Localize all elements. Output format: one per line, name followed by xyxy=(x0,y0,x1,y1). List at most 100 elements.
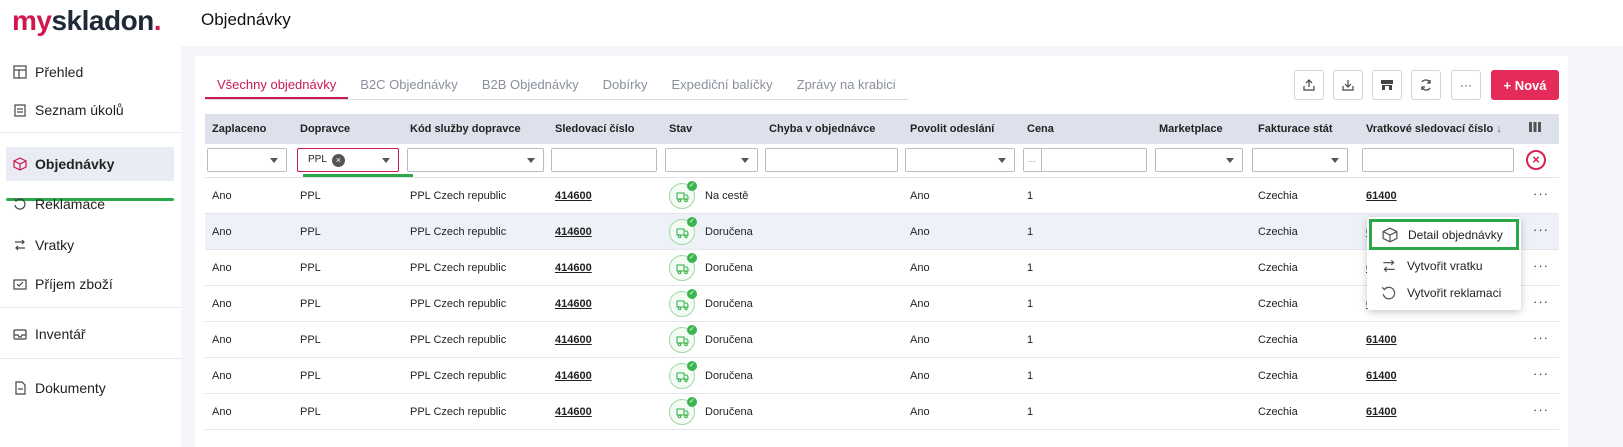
row-menu-button[interactable]: ··· xyxy=(1533,286,1549,322)
filter-chyba[interactable] xyxy=(765,148,898,172)
row-menu-button[interactable]: ··· xyxy=(1533,394,1549,430)
cell-tracking[interactable]: 414600 xyxy=(555,394,592,430)
cell-paid: Ano xyxy=(212,298,232,310)
return-circle-icon xyxy=(13,197,27,211)
col-marketplace[interactable]: Marketplace xyxy=(1159,114,1223,144)
table-row[interactable]: Ano PPL PPL Czech republic 414600 Doručena An… xyxy=(205,214,1559,250)
cell-price: 1 xyxy=(1027,226,1034,238)
sidebar-item-seznam-ukolu[interactable]: Seznam úkolů xyxy=(6,93,174,127)
upload-icon xyxy=(1303,79,1315,91)
cell-country: Czechia xyxy=(1258,406,1298,418)
return-circle-icon xyxy=(1381,285,1397,301)
columns-icon[interactable] xyxy=(1529,114,1541,144)
app-logo[interactable]: myskladon. xyxy=(12,5,162,37)
refresh-button[interactable] xyxy=(1411,70,1441,100)
store-button[interactable] xyxy=(1372,70,1402,100)
sidebar-item-vratky[interactable]: Vratky xyxy=(6,228,174,262)
row-menu-button[interactable]: ··· xyxy=(1533,250,1549,286)
sidebar-item-prehled[interactable]: Přehled xyxy=(6,55,174,89)
col-kod-sluzby[interactable]: Kód služby dopravce xyxy=(410,114,521,144)
sidebar-item-objednavky[interactable]: Objednávky xyxy=(6,147,174,181)
new-order-button[interactable]: + Nová xyxy=(1491,70,1559,100)
col-chyba[interactable]: Chyba v objednávce xyxy=(769,114,875,144)
col-zaplaceno[interactable]: Zaplaceno xyxy=(212,114,266,144)
import-button[interactable] xyxy=(1333,70,1363,100)
menu-vytvorit-reklamaci[interactable]: Vytvořit reklamaci xyxy=(1367,279,1521,306)
tab-vsechny[interactable]: Všechny objednávky xyxy=(205,72,349,99)
filter-povolit[interactable] xyxy=(905,148,1015,172)
col-stav[interactable]: Stav xyxy=(669,114,692,144)
sidebar-item-dokumenty[interactable]: Dokumenty xyxy=(6,371,174,405)
filter-dopravce[interactable]: PPL × xyxy=(297,148,399,172)
cell-return-tracking[interactable]: 61400 xyxy=(1366,394,1397,430)
cell-tracking[interactable]: 414600 xyxy=(555,214,592,250)
tab-b2c[interactable]: B2C Objednávky xyxy=(348,72,470,99)
filter-kod-sluzby[interactable] xyxy=(407,148,544,172)
sidebar-item-reklamace[interactable]: Reklamace xyxy=(6,187,174,221)
tab-b2b[interactable]: B2B Objednávky xyxy=(470,72,591,99)
filter-stav[interactable] xyxy=(665,148,758,172)
table-row[interactable]: Ano PPL PPL Czech republic 414600 Doručena An… xyxy=(205,286,1559,322)
cell-carrier: PPL xyxy=(300,298,321,310)
clear-filters-icon[interactable]: × xyxy=(1526,150,1546,170)
filter-sledovaci[interactable] xyxy=(551,148,657,172)
cell-price: 1 xyxy=(1027,370,1034,382)
sidebar-item-label: Dokumenty xyxy=(35,380,106,396)
cell-tracking[interactable]: 414600 xyxy=(555,322,592,358)
filter-zaplaceno[interactable] xyxy=(207,148,287,172)
col-sledovaci[interactable]: Sledovací číslo xyxy=(555,114,634,144)
delivered-icon: ✓ xyxy=(669,325,697,353)
page-title: Objednávky xyxy=(201,10,291,29)
cell-paid: Ano xyxy=(212,262,232,274)
chip-remove-icon[interactable]: × xyxy=(331,153,345,167)
refresh-icon xyxy=(1421,79,1431,91)
cell-service: PPL Czech republic xyxy=(410,370,507,382)
cell-tracking[interactable]: 414600 xyxy=(555,178,592,214)
row-menu-button[interactable]: ··· xyxy=(1533,322,1549,358)
filter-fakturace[interactable] xyxy=(1252,148,1348,172)
table-row[interactable]: Ano PPL PPL Czech republic 414600 Doručena An… xyxy=(205,250,1559,286)
col-dopravce[interactable]: Dopravce xyxy=(300,114,350,144)
tab-dobirky[interactable]: Dobírky xyxy=(591,72,660,99)
cell-price: 1 xyxy=(1027,406,1034,418)
cell-return-tracking[interactable]: 61400 xyxy=(1366,322,1397,358)
table-row[interactable]: Ano PPL PPL Czech republic 414600 Doručena An… xyxy=(205,322,1559,358)
row-menu-button[interactable]: ··· xyxy=(1533,214,1549,250)
sidebar-item-prijem-zbozi[interactable]: Příjem zboží xyxy=(6,267,174,301)
sidebar-item-inventar[interactable]: Inventář xyxy=(6,317,174,351)
sort-down-icon[interactable]: ↓ xyxy=(1496,123,1502,135)
cell-tracking[interactable]: 414600 xyxy=(555,250,592,286)
col-vratkove-label: Vratkové sledovací číslo xyxy=(1366,123,1494,135)
row-menu-button[interactable]: ··· xyxy=(1533,178,1549,214)
menu-detail-objednavky[interactable]: Detail objednávky xyxy=(1369,219,1519,250)
more-button[interactable]: ··· xyxy=(1451,70,1481,100)
table-row[interactable]: Ano PPL PPL Czech republic 414600 Doručena An… xyxy=(205,394,1559,430)
table-header: Zaplaceno Dopravce Kód služby dopravce S… xyxy=(205,114,1559,144)
col-povolit[interactable]: Povolit odeslání xyxy=(910,114,994,144)
tab-zpravy[interactable]: Zprávy na krabici xyxy=(785,72,908,99)
cell-allow: Ano xyxy=(910,190,930,202)
row-menu-button[interactable]: ··· xyxy=(1533,358,1549,394)
cell-return-tracking[interactable]: 61400 xyxy=(1366,358,1397,394)
filter-chip: PPL × xyxy=(304,152,349,168)
sidebar-item-label: Seznam úkolů xyxy=(35,102,124,118)
cell-status: Na cestě xyxy=(705,190,749,202)
col-vratkove[interactable]: Vratkové sledovací číslo ↓ xyxy=(1366,114,1502,144)
sidebar-item-label: Reklamace xyxy=(35,196,106,212)
filter-vratkove[interactable] xyxy=(1362,148,1514,172)
filter-cena[interactable]: ... xyxy=(1023,148,1147,172)
export-button[interactable] xyxy=(1294,70,1324,100)
delivered-icon: ✓ xyxy=(669,217,697,245)
cell-tracking[interactable]: 414600 xyxy=(555,286,592,322)
menu-vytvorit-vratku[interactable]: Vytvořit vratku xyxy=(1367,252,1521,279)
cell-return-tracking[interactable]: 61400 xyxy=(1366,178,1397,214)
tab-expedicni[interactable]: Expediční balíčky xyxy=(659,72,784,99)
table-row[interactable]: Ano PPL PPL Czech republic 414600 Na cestě An… xyxy=(205,178,1559,214)
cell-status: Doručena xyxy=(705,370,753,382)
table-row[interactable]: Ano PPL PPL Czech republic 414600 Doručena An… xyxy=(205,358,1559,394)
col-cena[interactable]: Cena xyxy=(1027,114,1054,144)
col-fakturace[interactable]: Fakturace stát xyxy=(1258,114,1333,144)
cell-paid: Ano xyxy=(212,370,232,382)
cell-tracking[interactable]: 414600 xyxy=(555,358,592,394)
filter-marketplace[interactable] xyxy=(1155,148,1243,172)
